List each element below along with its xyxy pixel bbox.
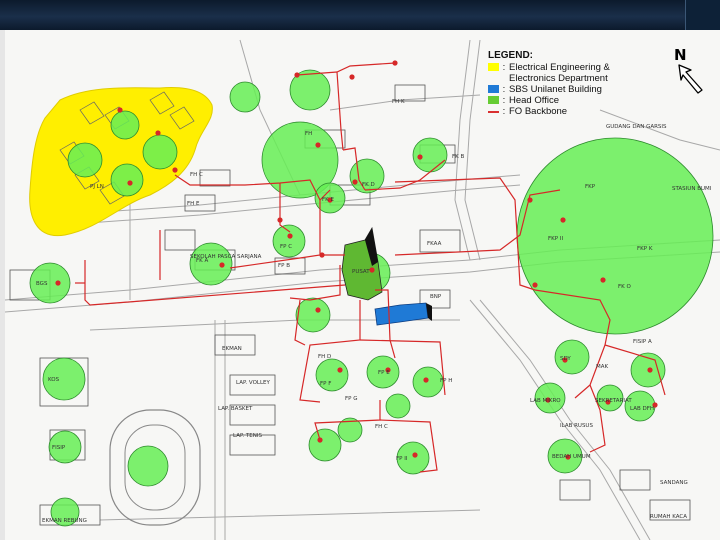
left-margin — [0, 30, 5, 540]
node-fh-d — [295, 297, 331, 333]
label-lab-dfh: LAB DFH — [630, 406, 654, 412]
label-fp-b: FP B — [278, 263, 290, 269]
node-fp-g — [385, 393, 411, 419]
label-fk-b: FK B — [452, 154, 465, 160]
label-stasiun-bumi: STASIUN BUMI — [672, 186, 712, 192]
label-ekman-rebung: EKMAN REBUNG — [42, 518, 87, 524]
node-fkp — [516, 137, 714, 335]
legend-sbs: SBS Unilanet Building — [509, 84, 602, 95]
label-bedah: BEDAH UMUM — [552, 454, 591, 460]
label-fp-e: FP E — [378, 370, 390, 376]
road-top — [329, 94, 481, 111]
legend-row-electrical: : Electrical Engineering & — [488, 62, 648, 73]
node-fp-c — [272, 224, 306, 258]
road-se-edge — [479, 299, 651, 540]
label-fh-d: FH D — [318, 354, 331, 360]
head-office — [341, 226, 383, 301]
road-east-edge — [464, 39, 481, 261]
building — [559, 479, 591, 501]
electrical-swatch — [488, 63, 499, 71]
building — [199, 169, 231, 187]
node-ee-2 — [67, 142, 103, 178]
building — [214, 334, 256, 356]
label-pusat: PUSAT — [352, 269, 370, 275]
label-fh: FH — [305, 131, 312, 137]
label-ekman: EKMAN — [222, 346, 242, 352]
legend-head-office: Head Office — [509, 95, 559, 106]
road-se — [469, 299, 641, 540]
head-office-swatch — [488, 96, 499, 104]
node-north-1 — [229, 81, 261, 113]
title-bar-corner — [685, 0, 720, 30]
fo-link — [336, 71, 344, 151]
label-fk-e: FK E — [322, 197, 335, 203]
sbs-swatch — [488, 85, 499, 93]
legend-electrical-line2: Electronics Department — [509, 73, 608, 84]
node-stadium — [127, 445, 169, 487]
label-fp-ii: FP II — [396, 456, 408, 462]
label-fp-c: FP C — [280, 244, 292, 250]
label-fh-e: FH E — [187, 201, 200, 207]
label-fh-c2: FH C — [375, 424, 388, 430]
label-sekolah: SEKOLAH PASCA SARJANA — [190, 254, 262, 260]
label-pj-ln: PJ LN — [90, 184, 104, 190]
label-rumah-kaca: RUMAH KACA — [650, 514, 687, 520]
node-fp-h — [412, 366, 444, 398]
legend-electrical-line1: Electrical Engineering & — [509, 62, 610, 73]
label-fisip: FISIP — [52, 445, 66, 451]
node-fk-b — [412, 137, 448, 173]
label-fk-d: FK D — [362, 182, 375, 188]
label-fp-f: FP F — [320, 381, 331, 387]
node-ee-4 — [110, 163, 144, 197]
title-bar — [0, 0, 720, 30]
north-arrow-icon — [678, 64, 703, 94]
label-lap-voli: LAP. VOLLEY — [236, 380, 271, 386]
node-ee-1 — [110, 110, 140, 140]
label-bgs: BGS — [36, 281, 48, 287]
legend-title: LEGEND: — [488, 50, 533, 61]
label-fk-o: FK O — [618, 284, 632, 290]
label-fkp-k: FKP K — [637, 246, 653, 252]
legend: LEGEND: : Electrical Engineering & Elect… — [488, 50, 648, 117]
label-kos: KOS — [48, 377, 60, 383]
label-fkp: FKP — [585, 184, 596, 190]
label-fp-g: FP G — [345, 396, 358, 402]
label-fisip-a: FISIP A — [633, 339, 652, 345]
node-fk-a — [189, 242, 233, 286]
label-mak: MAK — [596, 364, 609, 370]
label-sandang: SANDANG — [660, 480, 688, 486]
north-indicator: N — [672, 46, 712, 96]
legend-row-fo: : FO Backbone — [488, 106, 648, 117]
node-fh-c — [308, 428, 342, 462]
label-fh-k: FH K — [392, 99, 405, 105]
label-ilab-rusus: ILAB RUSUS — [560, 423, 593, 429]
label-fh-c: FH C — [190, 172, 203, 178]
label-bnp: BNP — [430, 294, 442, 300]
legend-row-head-office: : Head Office — [488, 95, 648, 106]
sbs-building — [374, 302, 429, 326]
road-bottom — [99, 509, 481, 521]
label-lap-tenis: LAP. TENIS — [233, 433, 262, 439]
label-sdy: SDY — [560, 356, 571, 362]
fo-backbone-swatch — [488, 111, 499, 113]
label-fp-h: FP H — [440, 378, 452, 384]
label-fkp-ii: FKP II — [548, 236, 563, 242]
label-lap-basket: LAP. BASKET — [218, 406, 253, 412]
label-gudang: GUDANG DAN GARSIS — [606, 124, 667, 130]
legend-row-electrical-2: Electronics Department — [488, 73, 648, 84]
node-ee-3 — [142, 134, 178, 170]
building — [164, 229, 196, 251]
building — [619, 469, 651, 491]
legend-row-sbs: : SBS Unilanet Building — [488, 84, 648, 95]
label-sekretariat: SEKRETARIAT — [595, 398, 632, 404]
label-lab-mikro: LAB MIKRO — [530, 398, 561, 404]
legend-fo-backbone: FO Backbone — [509, 106, 568, 117]
label-fkaa: FKAA — [427, 241, 442, 247]
